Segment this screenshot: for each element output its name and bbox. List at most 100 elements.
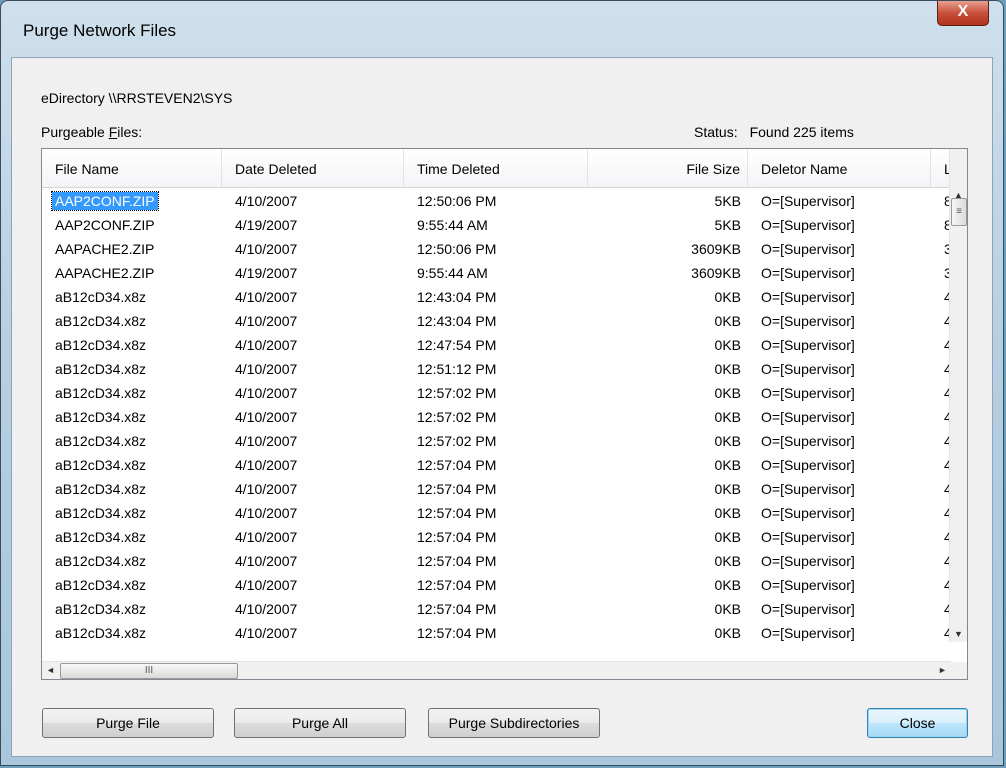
file-name-cell: aB12cD34.x8z <box>55 313 147 329</box>
file-size-cell: 5KB <box>714 193 741 209</box>
file-size-cell: 3609KB <box>691 241 741 257</box>
window-close-button[interactable]: X <box>937 1 989 26</box>
time-deleted-cell: 12:57:04 PM <box>417 625 497 641</box>
title-bar[interactable]: Purge Network Files X <box>1 1 1003 59</box>
file-name-cell: aB12cD34.x8z <box>55 457 147 473</box>
time-deleted-cell: 12:57:04 PM <box>417 457 497 473</box>
file-size-cell: 0KB <box>714 385 741 401</box>
file-name-cell: AAP2CONF.ZIP <box>51 191 159 211</box>
table-row[interactable]: aB12cD34.x8z 4/10/2007 12:47:54 PM 0KB O=[Su… <box>42 333 951 357</box>
vertical-scroll-thumb[interactable]: ≡ <box>951 198 967 226</box>
table-row[interactable]: AAPACHE2.ZIP 4/19/2007 9:55:44 AM 3609KB O=[… <box>42 261 951 285</box>
table-row[interactable]: aB12cD34.x8z 4/10/2007 12:57:04 PM 0KB O=[Su… <box>42 573 951 597</box>
file-name-cell: aB12cD34.x8z <box>55 481 147 497</box>
table-row[interactable]: aB12cD34.x8z 4/10/2007 12:51:12 PM 0KB O=[Su… <box>42 357 951 381</box>
table-row[interactable]: aB12cD34.x8z 4/10/2007 12:43:04 PM 0KB O=[Su… <box>42 309 951 333</box>
deletor-name-cell: O=[Supervisor] <box>761 385 855 401</box>
file-name-cell: aB12cD34.x8z <box>55 577 147 593</box>
file-size-cell: 0KB <box>714 625 741 641</box>
file-size-cell: 0KB <box>714 289 741 305</box>
file-name-cell: aB12cD34.x8z <box>55 433 147 449</box>
deletor-name-cell: O=[Supervisor] <box>761 217 855 233</box>
date-deleted-cell: 4/10/2007 <box>235 433 298 449</box>
date-deleted-cell: 4/10/2007 <box>235 601 298 617</box>
date-deleted-cell: 4/10/2007 <box>235 505 298 521</box>
time-deleted-cell: 9:55:44 AM <box>417 265 488 281</box>
table-row[interactable]: AAP2CONF.ZIP 4/19/2007 9:55:44 AM 5KB O=[Sup… <box>42 213 951 237</box>
table-row[interactable]: aB12cD34.x8z 4/10/2007 12:57:04 PM 0KB O=[Su… <box>42 549 951 573</box>
scrollbar-corner <box>950 662 967 679</box>
deletor-name-cell: O=[Supervisor] <box>761 409 855 425</box>
vertical-scrollbar[interactable]: ▲ ≡ ▼ <box>949 149 967 642</box>
scroll-down-arrow-icon[interactable]: ▼ <box>950 626 967 642</box>
close-button[interactable]: Close <box>867 708 968 738</box>
file-name-cell: AAP2CONF.ZIP <box>55 217 155 233</box>
time-deleted-cell: 12:47:54 PM <box>417 337 497 353</box>
deletor-name-cell: O=[Supervisor] <box>761 313 855 329</box>
purge-all-label: Purge All <box>291 715 349 731</box>
time-deleted-cell: 12:57:02 PM <box>417 409 497 425</box>
table-row[interactable]: aB12cD34.x8z 4/10/2007 12:43:04 PM 0KB O=[Su… <box>42 285 951 309</box>
deletor-name-cell: O=[Supervisor] <box>761 553 855 569</box>
deletor-name-cell: O=[Supervisor] <box>761 577 855 593</box>
time-deleted-cell: 12:57:04 PM <box>417 553 497 569</box>
column-header-last-accessed[interactable]: La <box>931 149 951 187</box>
table-row[interactable]: aB12cD34.x8z 4/10/2007 12:57:04 PM 0KB O=[Su… <box>42 621 951 645</box>
time-deleted-cell: 9:55:44 AM <box>417 217 488 233</box>
scroll-left-arrow-icon[interactable]: ◄ <box>42 662 59 679</box>
date-deleted-cell: 4/10/2007 <box>235 409 298 425</box>
dialog-body: eDirectory \\RRSTEVEN2\SYS Purgeable Fil… <box>11 57 993 757</box>
purge-subdirectories-button[interactable]: Purge Subdirectories <box>428 708 600 738</box>
time-deleted-cell: 12:57:04 PM <box>417 481 497 497</box>
table-row[interactable]: AAP2CONF.ZIP 4/10/2007 12:50:06 PM 5KB O=[Su… <box>42 189 951 213</box>
column-header-date-deleted[interactable]: Date Deleted <box>222 149 404 187</box>
file-name-cell: aB12cD34.x8z <box>55 361 147 377</box>
column-header-time-deleted[interactable]: Time Deleted <box>404 149 588 187</box>
table-row[interactable]: aB12cD34.x8z 4/10/2007 12:57:04 PM 0KB O=[Su… <box>42 477 951 501</box>
time-deleted-cell: 12:57:04 PM <box>417 505 497 521</box>
list-header: File Name Date Deleted Time Deleted File… <box>42 149 951 188</box>
file-size-cell: 0KB <box>714 313 741 329</box>
file-size-cell: 0KB <box>714 553 741 569</box>
time-deleted-cell: 12:57:02 PM <box>417 433 497 449</box>
table-row[interactable]: AAPACHE2.ZIP 4/10/2007 12:50:06 PM 3609KB O=… <box>42 237 951 261</box>
time-deleted-cell: 12:57:04 PM <box>417 529 497 545</box>
scroll-right-arrow-icon[interactable]: ► <box>934 662 951 679</box>
date-deleted-cell: 4/19/2007 <box>235 217 298 233</box>
horizontal-scroll-thumb[interactable]: III <box>60 663 238 679</box>
purge-all-button[interactable]: Purge All <box>234 708 406 738</box>
table-row[interactable]: aB12cD34.x8z 4/10/2007 12:57:04 PM 0KB O=[Su… <box>42 501 951 525</box>
time-deleted-cell: 12:51:12 PM <box>417 361 497 377</box>
date-deleted-cell: 4/10/2007 <box>235 553 298 569</box>
table-row[interactable]: aB12cD34.x8z 4/10/2007 12:57:04 PM 0KB O=[Su… <box>42 525 951 549</box>
column-header-file-name[interactable]: File Name <box>42 149 222 187</box>
table-row[interactable]: aB12cD34.x8z 4/10/2007 12:57:02 PM 0KB O=[Su… <box>42 429 951 453</box>
file-name-cell: aB12cD34.x8z <box>55 409 147 425</box>
file-name-cell: aB12cD34.x8z <box>55 505 147 521</box>
time-deleted-cell: 12:57:02 PM <box>417 385 497 401</box>
purge-file-label: Purge File <box>96 715 160 731</box>
table-row[interactable]: aB12cD34.x8z 4/10/2007 12:57:04 PM 0KB O=[Su… <box>42 453 951 477</box>
table-row[interactable]: aB12cD34.x8z 4/10/2007 12:57:04 PM 0KB O=[Su… <box>42 597 951 621</box>
file-size-cell: 0KB <box>714 601 741 617</box>
window-title: Purge Network Files <box>23 21 177 40</box>
horizontal-scrollbar[interactable]: ◄ III ► <box>42 661 951 679</box>
column-header-file-size[interactable]: File Size <box>588 149 748 187</box>
date-deleted-cell: 4/10/2007 <box>235 625 298 641</box>
date-deleted-cell: 4/10/2007 <box>235 313 298 329</box>
file-size-cell: 0KB <box>714 433 741 449</box>
date-deleted-cell: 4/10/2007 <box>235 385 298 401</box>
table-row[interactable]: aB12cD34.x8z 4/10/2007 12:57:02 PM 0KB O=[Su… <box>42 405 951 429</box>
file-size-cell: 0KB <box>714 337 741 353</box>
purgeable-files-list[interactable]: File Name Date Deleted Time Deleted File… <box>41 148 968 680</box>
deletor-name-cell: O=[Supervisor] <box>761 529 855 545</box>
file-name-cell: aB12cD34.x8z <box>55 601 147 617</box>
column-header-deletor-name[interactable]: Deletor Name <box>748 149 931 187</box>
deletor-name-cell: O=[Supervisor] <box>761 433 855 449</box>
file-size-cell: 5KB <box>714 217 741 233</box>
deletor-name-cell: O=[Supervisor] <box>761 361 855 377</box>
date-deleted-cell: 4/19/2007 <box>235 265 298 281</box>
time-deleted-cell: 12:50:06 PM <box>417 193 497 209</box>
table-row[interactable]: aB12cD34.x8z 4/10/2007 12:57:02 PM 0KB O=[Su… <box>42 381 951 405</box>
purge-file-button[interactable]: Purge File <box>42 708 214 738</box>
